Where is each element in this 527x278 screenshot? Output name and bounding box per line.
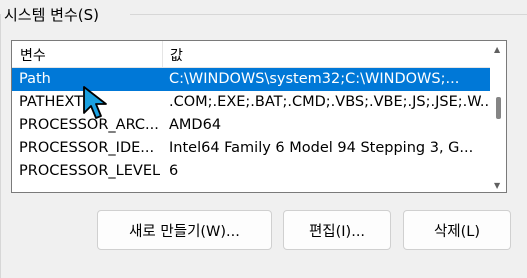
mouse-pointer-icon — [83, 86, 107, 119]
variable-name-cell: PROCESSOR_IDE... — [19, 140, 155, 156]
edit-button[interactable]: 편집(I)... — [283, 210, 391, 250]
scroll-thumb[interactable] — [496, 97, 501, 119]
variable-value-cell: 6 — [169, 163, 179, 179]
scroll-down-arrow-icon[interactable]: ▼ — [494, 181, 500, 190]
table-row[interactable]: PROCESSOR_LEVEL 6 — [12, 160, 490, 183]
group-border-left — [0, 14, 1, 278]
variable-value-cell: AMD64 — [169, 117, 222, 133]
column-header-variable[interactable]: 변수 — [20, 45, 46, 65]
variable-value-cell: C:\WINDOWS\system32;C:\WINDOWS;... — [169, 71, 460, 87]
scroll-up-arrow-icon[interactable]: ▲ — [494, 45, 500, 54]
delete-button[interactable]: 삭제(L) — [403, 210, 511, 250]
new-button[interactable]: 새로 만들기(W)... — [97, 210, 272, 250]
table-row[interactable]: PROCESSOR_IDE... Intel64 Family 6 Model … — [12, 137, 490, 160]
column-header-value[interactable]: 값 — [170, 45, 183, 65]
variable-name-cell: PROCESSOR_LEVEL — [19, 163, 161, 179]
system-variables-group-title: 시스템 변수(S) — [4, 4, 103, 25]
list-header: 변수 값 — [12, 41, 490, 68]
column-divider[interactable] — [162, 41, 163, 67]
group-border-top — [130, 14, 527, 15]
variable-value-cell: Intel64 Family 6 Model 94 Stepping 3, G.… — [169, 140, 474, 156]
vertical-scrollbar[interactable]: ▲ ▼ — [490, 41, 506, 192]
variable-value-cell: .COM;.EXE;.BAT;.CMD;.VBS;.VBE;.JS;.JSE;.… — [169, 94, 489, 110]
